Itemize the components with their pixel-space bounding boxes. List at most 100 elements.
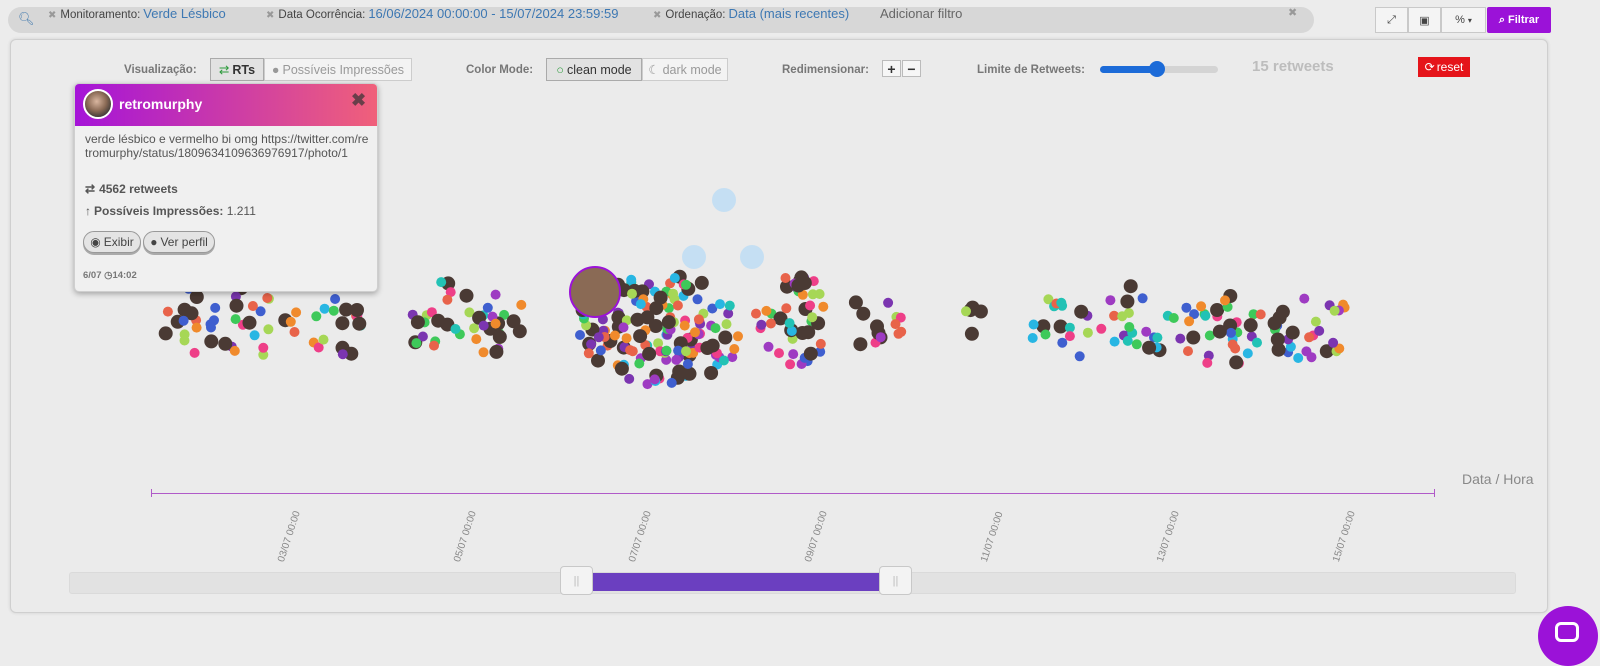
retweet-bubble[interactable]	[1175, 333, 1186, 344]
retweet-bubble[interactable]	[893, 328, 904, 339]
retweet-bubble[interactable]	[1056, 297, 1067, 308]
avatar-bubble[interactable]	[653, 290, 668, 305]
retweet-bubble[interactable]	[436, 277, 447, 288]
retweet-bubble[interactable]	[1082, 327, 1093, 338]
retweet-bubble[interactable]	[1028, 319, 1039, 330]
ver-perfil-button[interactable]: ● Ver perfil	[143, 231, 215, 253]
retweet-bubble[interactable]	[1196, 301, 1207, 312]
retweet-bubble[interactable]	[1027, 333, 1038, 343]
retweet-bubble[interactable]	[1064, 331, 1075, 342]
avatar-bubble[interactable]	[633, 329, 648, 344]
retweet-bubble[interactable]	[1074, 351, 1085, 362]
retweet-bubble[interactable]	[490, 289, 501, 300]
avatar-bubble[interactable]	[569, 266, 621, 318]
retweet-bubble[interactable]	[1184, 316, 1195, 327]
retweet-bubble[interactable]	[1168, 313, 1179, 323]
retweet-bubble[interactable]	[729, 344, 740, 354]
retweet-bubble[interactable]	[890, 319, 901, 330]
retweet-bubble[interactable]	[679, 320, 690, 331]
avatar-bubble[interactable]	[856, 306, 871, 321]
retweet-bubble[interactable]	[575, 330, 585, 340]
retweet-bubble[interactable]	[807, 289, 818, 300]
popup-username[interactable]: retromurphy	[119, 96, 202, 112]
time-range-selection[interactable]	[592, 573, 882, 591]
retweet-bubble[interactable]	[875, 332, 886, 343]
retweet-bubble[interactable]	[756, 319, 767, 330]
avatar-bubble[interactable]	[791, 278, 806, 293]
retweet-bubble[interactable]	[593, 332, 604, 343]
retweet-bubble[interactable]	[330, 294, 341, 304]
retweet-bubble[interactable]	[1293, 353, 1304, 363]
retweet-bubble[interactable]	[1299, 293, 1310, 304]
retweet-bubble[interactable]	[162, 306, 173, 317]
retweet-bubble[interactable]	[751, 308, 761, 319]
avatar-bubble[interactable]	[853, 337, 868, 352]
retweet-bubble[interactable]	[671, 354, 682, 365]
retweet-bubble[interactable]	[1057, 337, 1068, 348]
avatar-bubble[interactable]	[1120, 294, 1135, 309]
avatar-bubble[interactable]	[1267, 316, 1282, 331]
retweet-bubble[interactable]	[230, 314, 241, 325]
avatar-bubble[interactable]	[431, 313, 446, 328]
avatar-bubble[interactable]	[704, 366, 719, 380]
avatar-bubble[interactable]	[642, 346, 657, 361]
retweet-bubble[interactable]	[189, 347, 200, 358]
retweet-bubble[interactable]	[1304, 332, 1315, 343]
retweet-bubble[interactable]	[1329, 305, 1340, 316]
avatar-bubble[interactable]	[964, 326, 979, 341]
retweet-bubble[interactable]	[690, 327, 700, 338]
retweet-bubble[interactable]	[1124, 322, 1135, 332]
retweet-bubble[interactable]	[285, 316, 296, 327]
avatar[interactable]	[83, 89, 113, 119]
avatar-bubble[interactable]	[1275, 304, 1290, 319]
avatar-bubble[interactable]	[630, 312, 645, 327]
retweet-bubble[interactable]	[191, 322, 202, 333]
retweet-bubble[interactable]	[1131, 339, 1142, 350]
avatar-bubble[interactable]	[352, 316, 367, 331]
retweet-bubble[interactable]	[318, 334, 329, 345]
retweet-bubble[interactable]	[311, 311, 322, 322]
avatar-bubble[interactable]	[1186, 330, 1201, 345]
avatar-bubble[interactable]	[1210, 303, 1225, 317]
retweet-bubble[interactable]	[1117, 311, 1128, 322]
retweet-bubble[interactable]	[319, 303, 330, 314]
retweet-bubble[interactable]	[818, 301, 829, 312]
avatar-bubble[interactable]	[694, 275, 709, 290]
retweet-bubble[interactable]	[179, 335, 190, 346]
avatar-bubble[interactable]	[718, 330, 733, 345]
retweet-bubble[interactable]	[337, 349, 348, 360]
retweet-bubble[interactable]	[262, 293, 273, 303]
avatar-bubble[interactable]	[218, 336, 233, 351]
retweet-bubble[interactable]	[763, 341, 774, 352]
retweet-bubble[interactable]	[247, 301, 258, 311]
retweet-bubble[interactable]	[291, 307, 302, 318]
retweet-bubble[interactable]	[583, 348, 594, 359]
avatar-bubble[interactable]	[335, 316, 350, 331]
retweet-bubble[interactable]	[788, 349, 799, 360]
retweet-bubble[interactable]	[1227, 339, 1238, 350]
retweet-bubble[interactable]	[586, 339, 597, 350]
retweet-bubble[interactable]	[781, 303, 792, 314]
retweet-bubble[interactable]	[618, 322, 629, 333]
retweet-bubble[interactable]	[263, 324, 274, 335]
retweet-bubble[interactable]	[883, 297, 894, 308]
retweet-bubble[interactable]	[666, 377, 677, 388]
avatar-bubble[interactable]	[204, 334, 219, 349]
retweet-bubble[interactable]	[721, 319, 732, 330]
retweet-bubble[interactable]	[258, 342, 269, 353]
avatar-bubble[interactable]	[1285, 325, 1300, 340]
retweet-bubble[interactable]	[471, 334, 482, 345]
avatar-bubble[interactable]	[614, 361, 629, 376]
avatar-bubble[interactable]	[801, 325, 816, 340]
range-handle-end[interactable]: ||	[879, 566, 912, 595]
avatar-bubble[interactable]	[512, 324, 527, 339]
retweet-bubble[interactable]	[442, 294, 453, 305]
retweet-bubble[interactable]	[469, 323, 480, 334]
retweet-bubble[interactable]	[1328, 337, 1339, 348]
avatar-bubble[interactable]	[1142, 340, 1157, 355]
retweet-bubble[interactable]	[1105, 295, 1116, 306]
avatar-bubble[interactable]	[189, 290, 204, 304]
retweet-bubble[interactable]	[1122, 335, 1133, 346]
retweet-bubble[interactable]	[724, 300, 735, 311]
retweet-bubble[interactable]	[740, 245, 764, 269]
